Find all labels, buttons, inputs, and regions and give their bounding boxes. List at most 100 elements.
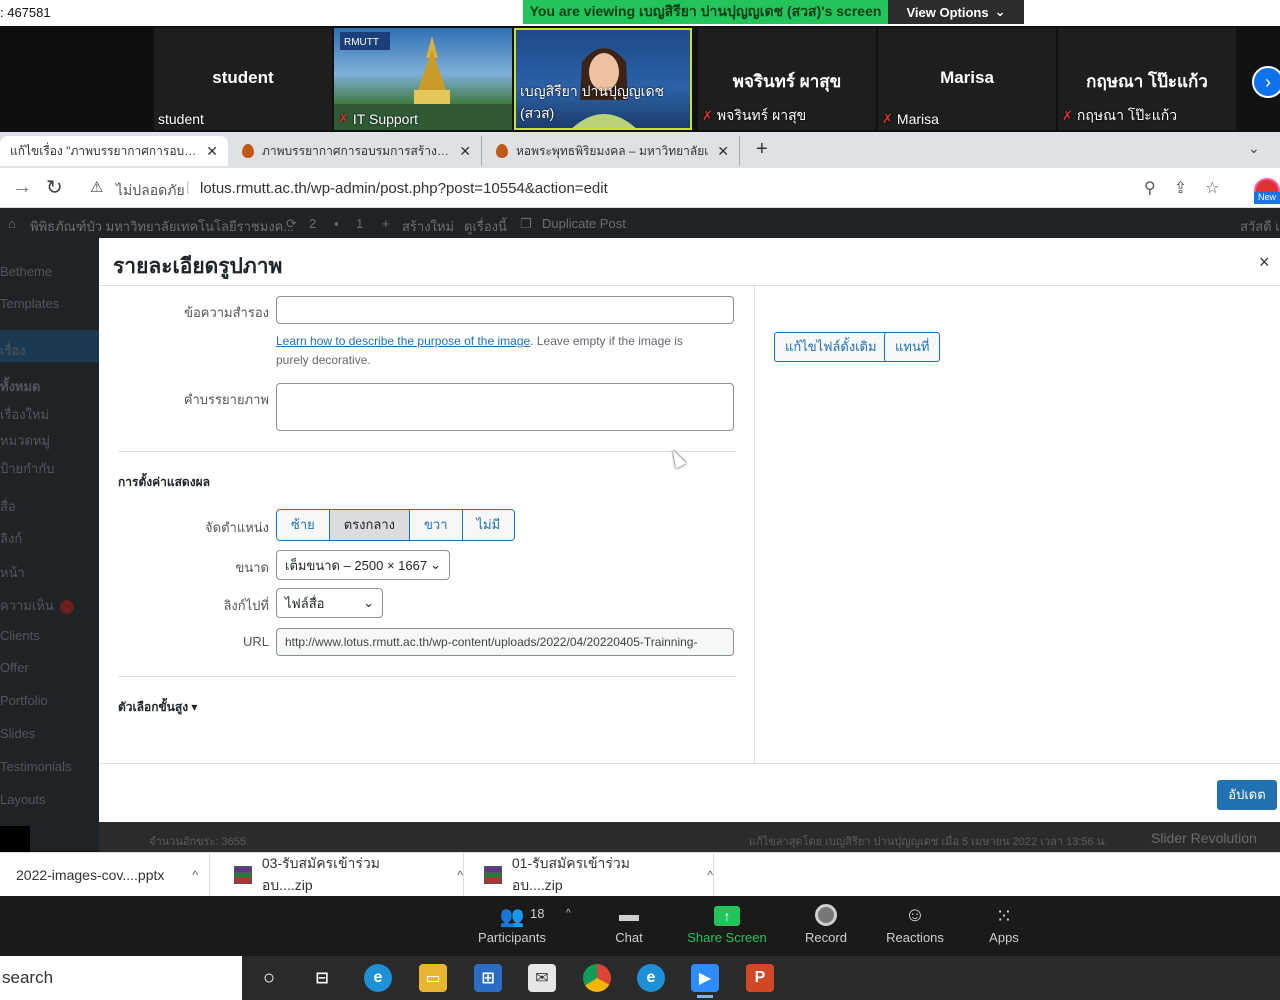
tab-edit-post[interactable]: แก้ไขเรื่อง "ภาพบรรยากาศการอบรมเ ✕: [0, 136, 228, 166]
tab-gallery-page[interactable]: ภาพบรรยากาศการอบรมการสร้างอินโฟ ✕: [232, 136, 482, 166]
share-icon[interactable]: ⇪: [1174, 178, 1187, 198]
reactions-button[interactable]: ☺ Reactions: [870, 904, 960, 945]
participant-label: ✗ กฤษณา โป๊ะแก้ว: [1062, 107, 1178, 123]
advanced-options-toggle[interactable]: ตัวเลือกขั้นสูง ▾: [118, 698, 197, 717]
duplicate-post-link[interactable]: Duplicate Post: [542, 216, 626, 231]
new-tab-plus-icon[interactable]: +: [756, 138, 768, 161]
link-to-select[interactable]: ไฟล์สื่อ ⌄: [276, 588, 383, 618]
account-greeting[interactable]: สวัสดี เ: [1240, 216, 1280, 237]
sidebar-item-all-posts[interactable]: ทั้งหมด: [0, 376, 41, 397]
chrome-icon[interactable]: [583, 964, 611, 992]
comments-icon[interactable]: ▪: [334, 216, 339, 231]
sidebar-item-pages[interactable]: หน้า: [0, 562, 25, 583]
zoom-magnifier-icon[interactable]: ⚲: [1144, 178, 1156, 198]
participant-label: ✗ พจรินทร์ ผาสุข: [702, 107, 807, 123]
plus-icon[interactable]: +: [382, 216, 390, 231]
image-details-modal: รายละเอียดรูปภาพ × ข้อความสำรอง Learn ho…: [99, 238, 1280, 822]
sidebar-item-portfolio[interactable]: Portfolio: [0, 693, 48, 708]
chevron-down-icon: ⌄: [430, 557, 441, 572]
align-center-button[interactable]: ตรงกลาง: [329, 510, 411, 540]
close-icon[interactable]: ✕: [206, 143, 218, 160]
download-item[interactable]: 01-รับสมัครเข้าร่วมอบ....zip ^: [468, 853, 714, 897]
sidebar-item-layouts[interactable]: Layouts: [0, 792, 46, 807]
close-icon[interactable]: ✕: [459, 143, 471, 160]
updates-count[interactable]: 2: [309, 216, 316, 231]
alt-text-input[interactable]: [276, 296, 734, 324]
new-content-link[interactable]: สร้างใหม่: [402, 216, 454, 237]
cortana-icon[interactable]: ○: [255, 964, 283, 992]
close-icon[interactable]: ×: [1259, 252, 1270, 273]
chevron-up-icon[interactable]: ^: [566, 908, 571, 919]
participant-tile[interactable]: กฤษณา โป๊ะแก้ว ✗ กฤษณา โป๊ะแก้ว: [1058, 28, 1236, 130]
chat-button[interactable]: ▬ Chat: [584, 904, 674, 945]
gallery-next-arrow-icon[interactable]: ›: [1252, 66, 1280, 98]
updates-icon[interactable]: ⟳: [286, 216, 297, 232]
participant-tile[interactable]: student student: [154, 28, 332, 130]
sidebar-item-slides[interactable]: Slides: [0, 726, 35, 741]
url-input[interactable]: http://www.lotus.rmutt.ac.th/wp-content/…: [276, 628, 734, 656]
taskbar-search-box[interactable]: search: [0, 956, 242, 1000]
replace-button[interactable]: แทนที่: [884, 332, 941, 362]
zoom-icon[interactable]: ▶: [691, 964, 719, 998]
update-button[interactable]: อัปเดต: [1217, 780, 1277, 810]
omnibox[interactable]: ⚠ ไม่ปลอดภัย | lotus.rmutt.ac.th/wp-admi…: [82, 172, 1242, 204]
tab-search-chevron-icon[interactable]: ⌄: [1248, 140, 1260, 157]
sidebar-item-offer[interactable]: Offer: [0, 660, 29, 675]
viewing-banner: You are viewing เบญสิรียา ปานปุญญเดช (สว…: [523, 0, 888, 24]
site-name-link[interactable]: พิพิธภัณฑ์บัว มหาวิทยาลัยเทคโนโลยีราชมงค…: [30, 216, 294, 237]
participant-tile[interactable]: พจรินทร์ ผาสุข ✗ พจรินทร์ ผาสุข: [698, 28, 876, 130]
chevron-up-icon[interactable]: ^: [457, 868, 463, 882]
align-right-button[interactable]: ขวา: [410, 510, 463, 540]
reload-icon[interactable]: ↻: [46, 175, 63, 200]
task-view-icon[interactable]: ⊟: [308, 964, 336, 992]
participant-tile[interactable]: RMUTT ✗ IT Support: [334, 28, 512, 130]
size-select[interactable]: เต็มขนาด – 2500 × 1667 ⌄: [276, 550, 450, 580]
comments-count[interactable]: 1: [356, 216, 363, 231]
size-label: ขนาด: [235, 560, 269, 575]
url-text[interactable]: lotus.rmutt.ac.th/wp-admin/post.php?post…: [200, 180, 608, 197]
sidebar-item-betheme[interactable]: Betheme: [0, 264, 52, 279]
download-item[interactable]: 03-รับสมัครเข้าร่วมอบ....zip ^: [218, 853, 464, 897]
apps-button[interactable]: ⁙ Apps: [959, 904, 1049, 945]
download-bar: 2022-images-cov....pptx ^ 03-รับสมัครเข้…: [0, 852, 1280, 897]
sidebar-item-new-post[interactable]: เรื่องใหม่: [0, 404, 49, 425]
view-options-button[interactable]: View Options ⌄: [888, 0, 1024, 24]
close-icon[interactable]: ✕: [717, 143, 729, 160]
sidebar-item-categories[interactable]: หมวดหมู่: [0, 430, 50, 451]
forward-arrow-icon[interactable]: →: [12, 176, 32, 199]
tab-buddha-hall[interactable]: หอพระพุทธพิริยมงคล – มหาวิทยาลัยเ ✕: [486, 136, 740, 166]
bookmark-star-icon[interactable]: ☆: [1205, 178, 1219, 198]
modal-header: รายละเอียดรูปภาพ ×: [99, 238, 1280, 286]
view-post-link[interactable]: ดูเรื่องนี้: [464, 216, 507, 237]
file-explorer-icon[interactable]: ▭: [419, 964, 447, 992]
sidebar-item-testimonials[interactable]: Testimonials: [0, 759, 72, 774]
edit-original-button[interactable]: แก้ไขไฟล์ดั้งเดิม: [774, 332, 888, 362]
sidebar-item-comments[interactable]: ความเห็น: [0, 595, 74, 616]
powerpoint-icon[interactable]: P: [746, 964, 774, 992]
store-icon[interactable]: ⊞: [474, 964, 502, 992]
sidebar-item-tags[interactable]: ป้ายกำกับ: [0, 458, 54, 479]
mail-icon[interactable]: ✉: [528, 964, 556, 992]
copy-icon[interactable]: ❐: [520, 216, 532, 232]
participant-tile-active-speaker[interactable]: เบญสิรียา ปานปุญญเดช (สวส): [514, 28, 692, 130]
participant-tile[interactable]: Marisa ✗ Marisa: [878, 28, 1056, 130]
sidebar-item-posts[interactable]: เรื่อง: [0, 340, 26, 361]
chevron-up-icon[interactable]: ^: [192, 868, 198, 882]
participant-big-name: student: [212, 68, 274, 87]
edge-icon[interactable]: e: [637, 964, 665, 992]
share-screen-button[interactable]: ↑ Share Screen: [682, 904, 772, 945]
caption-textarea[interactable]: [276, 383, 734, 431]
sidebar-item-links[interactable]: ลิงก์: [0, 528, 22, 549]
home-icon[interactable]: ⌂: [8, 216, 16, 231]
not-secure-label[interactable]: ไม่ปลอดภัย: [116, 180, 185, 202]
edge-icon[interactable]: e: [364, 964, 392, 992]
record-button[interactable]: Record: [781, 904, 871, 945]
download-item[interactable]: 2022-images-cov....pptx ^: [0, 853, 210, 897]
align-none-button[interactable]: ไม่มี: [462, 510, 515, 540]
alt-text-help-link[interactable]: Learn how to describe the purpose of the…: [276, 334, 530, 348]
sidebar-item-clients[interactable]: Clients: [0, 628, 40, 643]
sidebar-item-media[interactable]: สื่อ: [0, 496, 16, 517]
chevron-up-icon[interactable]: ^: [707, 868, 713, 882]
align-left-button[interactable]: ซ้าย: [277, 510, 330, 540]
sidebar-item-templates[interactable]: Templates: [0, 296, 59, 311]
